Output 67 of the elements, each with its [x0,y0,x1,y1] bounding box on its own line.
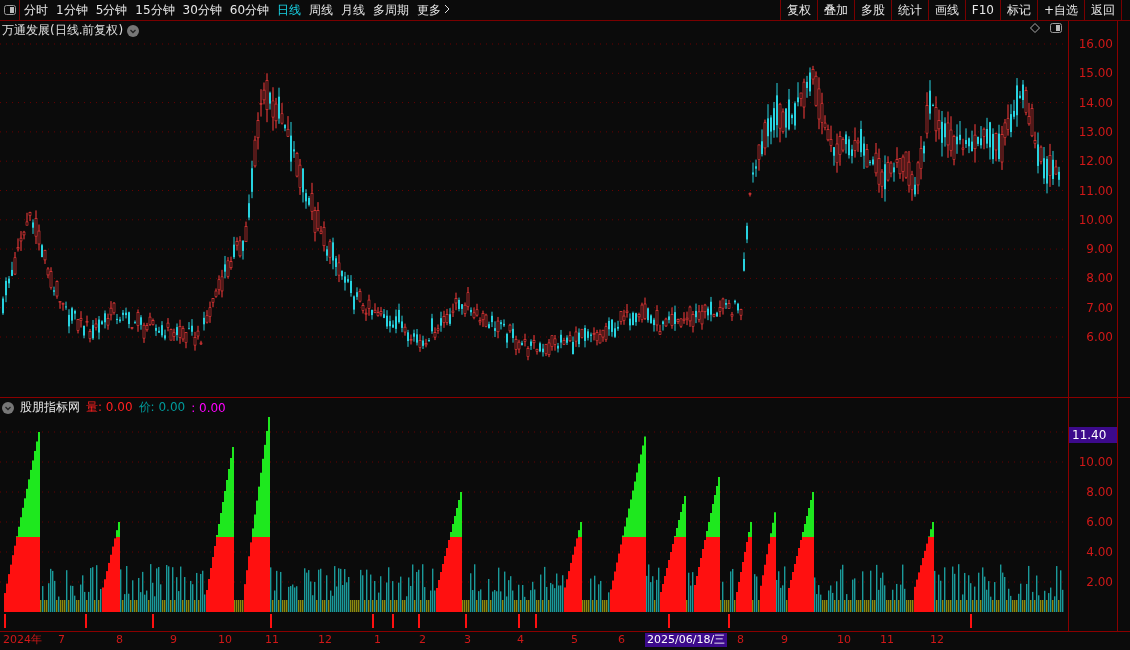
axis-label: 10.00 [1078,455,1113,469]
chevron-icon [444,3,452,14]
date-label: 11 [879,633,895,647]
date-label: 10 [836,633,852,647]
period-tab[interactable]: 分时 [20,0,52,20]
axis-label: 6.00 [1086,330,1113,344]
axis-label: 16.00 [1078,37,1113,51]
axis-label: 10.00 [1078,212,1113,227]
diamond-icon[interactable] [1030,23,1040,33]
axis-label: 15.00 [1078,66,1113,81]
legend-value: 价: 0.00 [138,399,186,416]
value-badge: 11.40 [1069,427,1117,443]
legend-value: : 0.00 [191,400,226,415]
date-label: 7 [57,633,66,647]
date-label: 6 [617,633,626,647]
toolbar-button[interactable]: F10 [964,0,1000,20]
toolbar-button[interactable]: +自选 [1036,0,1084,20]
date-label: 8 [736,633,745,647]
period-tab[interactable]: 1分钟 [52,0,92,20]
indicator-name: 股朋指标网 [20,399,80,416]
axis-label: 6.00 [1086,515,1113,529]
toolbar-button[interactable]: 标记 [999,0,1037,20]
date-label: 1 [373,633,382,647]
chevron-down-icon[interactable] [127,24,140,37]
date-label: 12 [317,633,333,647]
toolbar-button[interactable]: 复权 [779,0,817,20]
toolbar-button[interactable]: 画线 [927,0,965,20]
axis-label: 14.00 [1078,95,1113,110]
axis-label: 11.00 [1078,183,1113,198]
period-tab[interactable]: 60分钟 [225,0,274,20]
panel-toggle-icon [3,5,16,15]
date-label: 12 [929,633,945,647]
date-label: 5 [570,633,579,647]
date-label: 2 [418,633,427,647]
axis-label: 13.00 [1078,124,1113,139]
period-tab[interactable]: 周线 [305,0,338,20]
period-tab[interactable]: 30分钟 [178,0,226,20]
date-label: 9 [780,633,789,647]
date-label: 2025/06/18/三 [645,633,728,647]
panel-toggle-icon[interactable] [1050,23,1062,33]
toolbar-button[interactable]: 多股 [853,0,891,20]
period-tab[interactable]: 5分钟 [91,0,132,20]
axis-label: 9.00 [1086,242,1113,257]
date-label: 8 [115,633,124,647]
more-button[interactable]: 更多 [413,0,456,20]
chevron-down-icon[interactable] [2,401,14,414]
axis-label: 8.00 [1086,271,1113,286]
date-label: 9 [169,633,178,647]
date-label: 4 [516,633,525,647]
period-tab[interactable]: 日线 [273,0,306,20]
toolbar-button[interactable]: 叠加 [816,0,854,20]
date-label: 11 [264,633,280,647]
period-tab[interactable]: 月线 [337,0,370,20]
date-label: 3 [463,633,472,647]
legend-value: 量: 0.00 [86,399,133,416]
axis-label: 4.00 [1086,545,1113,559]
axis-label: 8.00 [1086,485,1113,499]
axis-label: 7.00 [1086,300,1113,315]
toolbar-button[interactable]: 返回 [1084,0,1122,20]
axis-label: 12.00 [1078,154,1113,169]
period-tab[interactable]: 多周期 [369,0,414,20]
toolbar-button[interactable]: 统计 [890,0,928,20]
date-label: 2024年 [2,633,43,647]
period-tab[interactable]: 15分钟 [131,0,179,20]
date-label: 10 [217,633,233,647]
chart-title: 万通发展(日线.前复权) [2,22,124,39]
axis-label: 2.00 [1086,575,1113,589]
